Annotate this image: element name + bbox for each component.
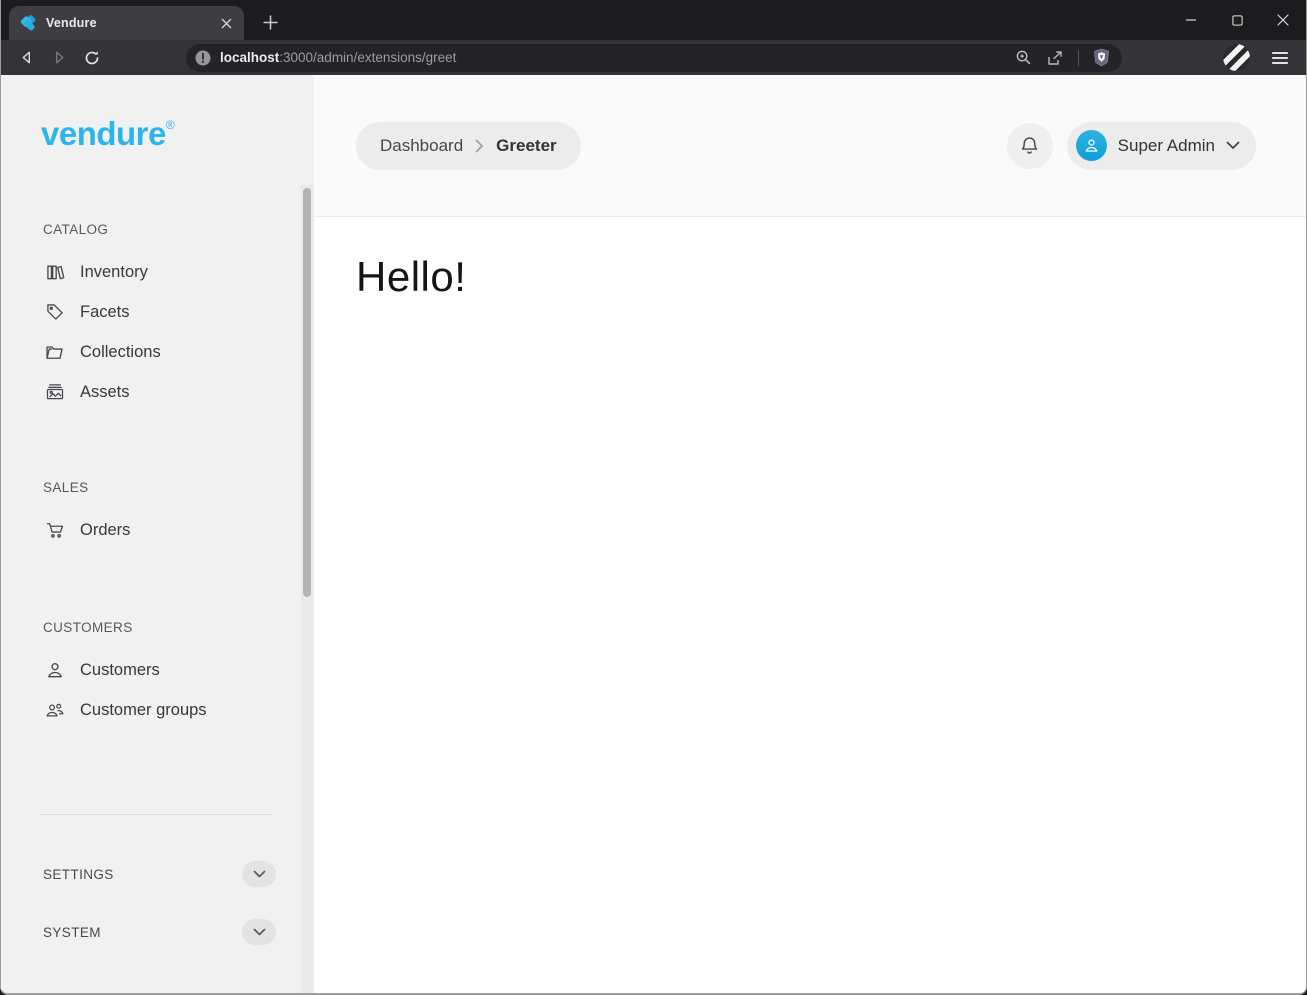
- sidebar-item-customers[interactable]: Customers: [1, 650, 314, 690]
- tag-icon: [45, 302, 65, 322]
- folder-icon: [45, 342, 65, 362]
- sidebar-item-assets[interactable]: Assets: [1, 372, 314, 412]
- sidebar-section-system[interactable]: SYSTEM: [43, 918, 276, 946]
- reload-icon[interactable]: [79, 45, 105, 71]
- chevron-right-icon: [475, 139, 484, 153]
- addressbar-divider: [1078, 50, 1079, 66]
- notifications-button[interactable]: [1007, 123, 1053, 169]
- image-stack-icon: [45, 382, 65, 402]
- site-info-icon[interactable]: [194, 49, 212, 67]
- address-bar[interactable]: localhost:3000/admin/extensions/greet: [186, 44, 1122, 72]
- sidebar-item-label: Facets: [80, 303, 130, 322]
- library-icon: [45, 262, 65, 282]
- sidebar-item-label: Assets: [80, 383, 130, 402]
- section-label-catalog: CATALOG: [43, 222, 314, 238]
- breadcrumb-current: Greeter: [496, 136, 556, 156]
- cart-icon: [45, 520, 65, 540]
- toolbar-right: [1122, 44, 1306, 71]
- sidebar-section-settings[interactable]: SETTINGS: [43, 860, 276, 888]
- section-label-sales: SALES: [43, 480, 314, 496]
- sidebar-item-label: Collections: [80, 343, 161, 362]
- bell-icon: [1019, 135, 1040, 157]
- breadcrumb: Dashboard Greeter: [356, 122, 581, 170]
- main-area: Dashboard Greeter: [314, 75, 1306, 993]
- browser-tab[interactable]: Vendure: [9, 6, 244, 40]
- url-host: localhost: [220, 50, 279, 65]
- sidebar-scrollbar-thumb[interactable]: [303, 188, 311, 597]
- sidebar-item-facets[interactable]: Facets: [1, 292, 314, 332]
- greeting-heading: Hello!: [356, 253, 1306, 301]
- tab-title: Vendure: [46, 16, 208, 30]
- brave-shield-icon[interactable]: [1093, 48, 1110, 67]
- user-avatar-icon: [1076, 130, 1107, 161]
- vendure-favicon-icon: [21, 15, 38, 32]
- back-icon[interactable]: [13, 45, 39, 71]
- share-icon[interactable]: [1046, 49, 1064, 67]
- page-header: Dashboard Greeter: [314, 75, 1306, 217]
- tab-strip: Vendure: [1, 0, 1306, 40]
- settings-label: SETTINGS: [43, 867, 114, 882]
- section-label-customers: CUSTOMERS: [43, 620, 314, 636]
- system-expand-button[interactable]: [242, 919, 276, 945]
- sidebar-item-label: Customers: [80, 661, 160, 680]
- system-label: SYSTEM: [43, 925, 101, 940]
- browser-profile-avatar[interactable]: [1223, 44, 1250, 71]
- sidebar-item-label: Customer groups: [80, 701, 207, 720]
- maximize-button[interactable]: [1214, 0, 1260, 40]
- chevron-down-icon: [1226, 141, 1240, 150]
- settings-expand-button[interactable]: [242, 861, 276, 887]
- url-path: :3000/admin/extensions/greet: [279, 50, 456, 65]
- sidebar-item-orders[interactable]: Orders: [1, 510, 314, 550]
- close-window-button[interactable]: [1260, 0, 1306, 40]
- addressbar-icons: [1015, 48, 1110, 67]
- url-text[interactable]: localhost:3000/admin/extensions/greet: [220, 50, 1007, 65]
- sidebar-item-label: Orders: [80, 521, 130, 540]
- new-tab-button[interactable]: [256, 8, 284, 36]
- users-icon: [45, 700, 65, 720]
- browser-toolbar: localhost:3000/admin/extensions/greet: [1, 40, 1306, 75]
- sidebar-item-customer-groups[interactable]: Customer groups: [1, 690, 314, 730]
- vendure-admin-app: vendure® CATALOG Inventory Fa: [1, 75, 1306, 993]
- minimize-button[interactable]: [1168, 0, 1214, 40]
- user-menu[interactable]: Super Admin: [1067, 122, 1256, 170]
- nav-buttons: [1, 45, 186, 71]
- vendure-logo[interactable]: vendure®: [1, 75, 314, 160]
- sidebar: vendure® CATALOG Inventory Fa: [1, 75, 314, 993]
- registered-mark: ®: [166, 118, 175, 132]
- zoom-icon[interactable]: [1015, 49, 1032, 66]
- browser-menu-icon[interactable]: [1272, 51, 1288, 65]
- window-controls: [1168, 0, 1306, 40]
- header-actions: Super Admin: [1007, 122, 1256, 170]
- browser-window: Vendure: [0, 0, 1307, 995]
- page-content: Hello!: [314, 217, 1306, 993]
- sidebar-item-inventory[interactable]: Inventory: [1, 252, 314, 292]
- sidebar-divider: [41, 814, 273, 815]
- tab-close-icon[interactable]: [216, 13, 236, 33]
- sidebar-item-collections[interactable]: Collections: [1, 332, 314, 372]
- user-icon: [45, 660, 65, 680]
- sidebar-item-label: Inventory: [80, 263, 148, 282]
- forward-icon[interactable]: [46, 45, 72, 71]
- vendure-wordmark: vendure: [41, 115, 166, 152]
- user-name: Super Admin: [1118, 136, 1215, 156]
- breadcrumb-dashboard-link[interactable]: Dashboard: [380, 136, 463, 156]
